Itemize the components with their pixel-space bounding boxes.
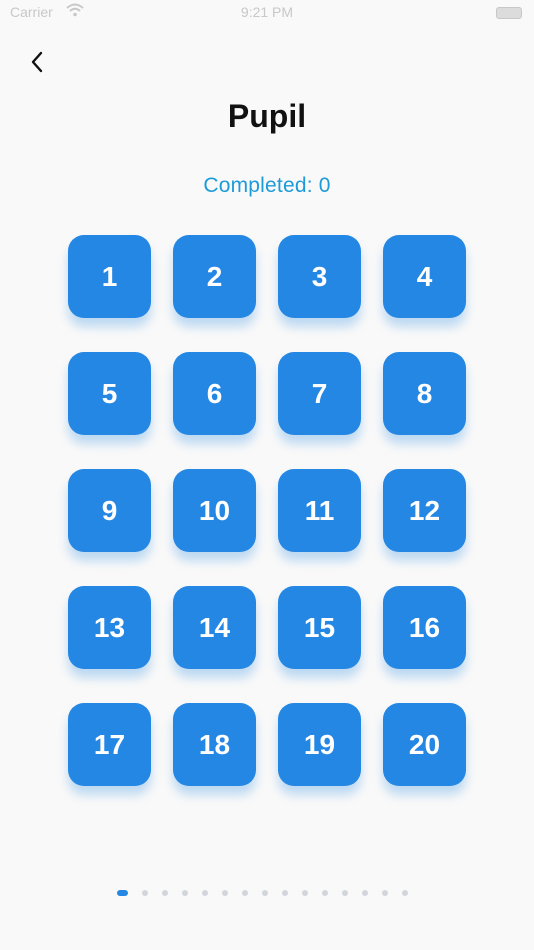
level-button-5[interactable]: 5 (68, 352, 151, 435)
level-button-8[interactable]: 8 (383, 352, 466, 435)
level-button-9[interactable]: 9 (68, 469, 151, 552)
level-grid: 1 2 3 4 5 6 7 8 9 10 11 12 13 14 15 16 1… (68, 235, 466, 786)
page-dot-15[interactable] (402, 890, 408, 896)
back-button[interactable] (22, 46, 52, 78)
level-button-1[interactable]: 1 (68, 235, 151, 318)
chevron-left-icon (31, 51, 43, 73)
page-dot-7[interactable] (242, 890, 248, 896)
status-bar: Carrier 9:21 PM (0, 0, 534, 28)
page-dot-1[interactable] (117, 890, 128, 896)
completed-count: Completed: 0 (203, 174, 331, 197)
status-time: 9:21 PM (240, 4, 294, 20)
page-dot-4[interactable] (182, 890, 188, 896)
page-dot-10[interactable] (302, 890, 308, 896)
battery-icon (496, 7, 522, 19)
level-button-13[interactable]: 13 (68, 586, 151, 669)
level-button-10[interactable]: 10 (173, 469, 256, 552)
page-dot-13[interactable] (362, 890, 368, 896)
page-dot-5[interactable] (202, 890, 208, 896)
level-button-7[interactable]: 7 (278, 352, 361, 435)
level-button-11[interactable]: 11 (278, 469, 361, 552)
page-dot-14[interactable] (382, 890, 388, 896)
page-dot-6[interactable] (222, 890, 228, 896)
level-button-19[interactable]: 19 (278, 703, 361, 786)
page-dot-8[interactable] (262, 890, 268, 896)
level-button-18[interactable]: 18 (173, 703, 256, 786)
level-button-2[interactable]: 2 (173, 235, 256, 318)
page-indicator (117, 890, 408, 896)
level-button-20[interactable]: 20 (383, 703, 466, 786)
level-button-17[interactable]: 17 (68, 703, 151, 786)
level-button-16[interactable]: 16 (383, 586, 466, 669)
level-button-4[interactable]: 4 (383, 235, 466, 318)
level-button-14[interactable]: 14 (173, 586, 256, 669)
level-button-6[interactable]: 6 (173, 352, 256, 435)
level-button-3[interactable]: 3 (278, 235, 361, 318)
page-dot-3[interactable] (162, 890, 168, 896)
level-button-12[interactable]: 12 (383, 469, 466, 552)
page-dot-2[interactable] (142, 890, 148, 896)
page-dot-11[interactable] (322, 890, 328, 896)
page-dot-12[interactable] (342, 890, 348, 896)
page-dot-9[interactable] (282, 890, 288, 896)
level-button-15[interactable]: 15 (278, 586, 361, 669)
page-title: Pupil (227, 98, 307, 134)
